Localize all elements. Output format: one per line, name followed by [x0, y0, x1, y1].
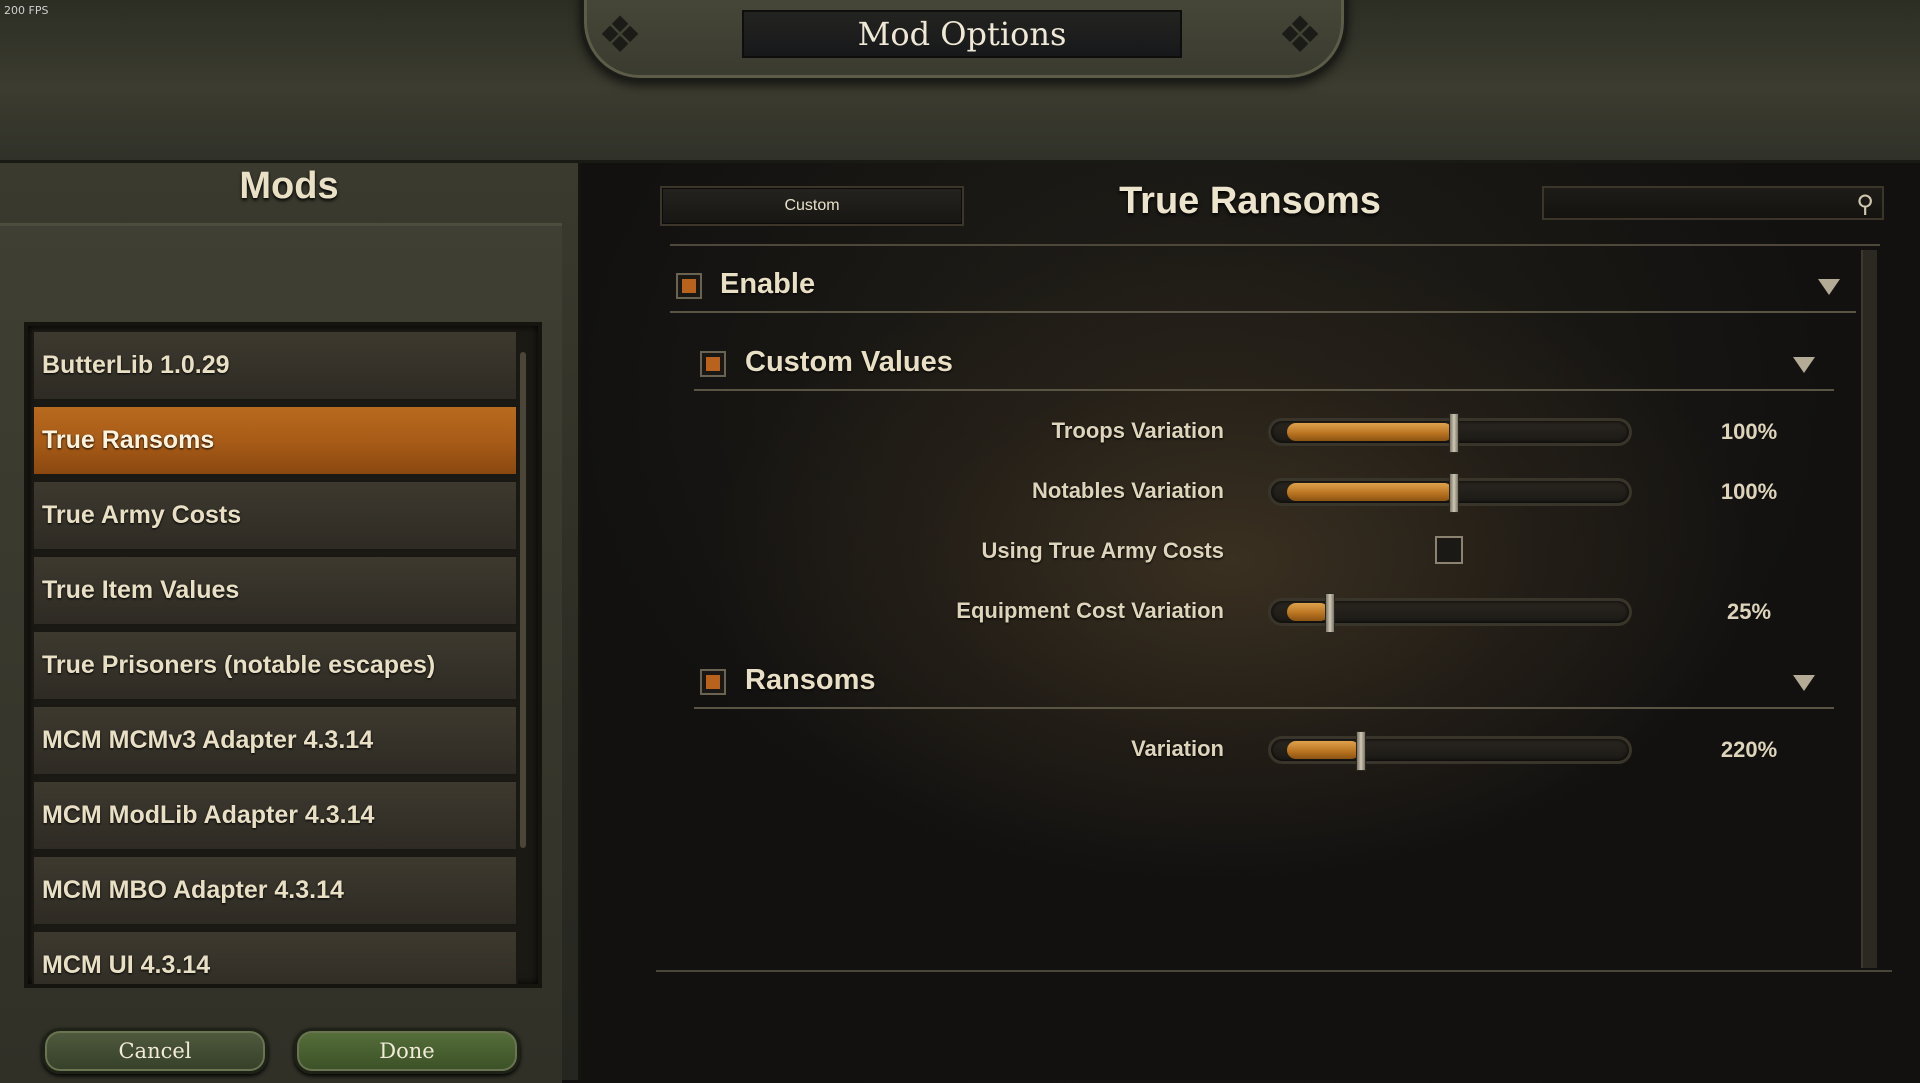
enable-checkbox[interactable]	[676, 273, 702, 299]
custom-values-checkbox[interactable]	[700, 351, 726, 377]
mods-title: Mods	[239, 165, 339, 207]
settings-bottom-divider	[656, 970, 1892, 972]
variation-slider[interactable]	[1268, 731, 1632, 771]
enable-collapse-icon[interactable]	[1818, 279, 1840, 295]
mod-item-mcm-ui[interactable]: MCM UI 4.3.14	[32, 930, 518, 984]
notables-variation-label: Notables Variation	[1032, 478, 1224, 503]
search-icon[interactable]: ⚲	[1856, 190, 1874, 219]
mod-list-scrollbar[interactable]	[520, 352, 526, 848]
equipment-cost-variation-fill	[1287, 603, 1329, 621]
cancel-button[interactable]: Cancel	[42, 1028, 268, 1074]
settings-scrollbar[interactable]	[1861, 250, 1877, 968]
mod-list: ButterLib 1.0.29 True Ransoms True Army …	[24, 322, 542, 988]
celtic-knot-left-icon: ❖	[597, 7, 643, 63]
done-button[interactable]: Done	[294, 1028, 520, 1074]
custom-values-divider	[694, 389, 1834, 391]
mod-item-true-prisoners[interactable]: True Prisoners (notable escapes)	[32, 630, 518, 701]
mod-item-mcm-mbo-adapter[interactable]: MCM MBO Adapter 4.3.14	[32, 855, 518, 926]
fps-counter: 200 FPS	[4, 4, 49, 17]
window-title: Mod Options	[742, 10, 1182, 58]
ransoms-divider	[694, 707, 1834, 709]
using-true-army-costs-checkbox[interactable]	[1435, 536, 1463, 564]
variation-fill	[1287, 741, 1360, 759]
mod-item-true-army-costs[interactable]: True Army Costs	[32, 480, 518, 551]
notables-variation-fill	[1287, 483, 1453, 501]
notables-variation-value: 100%	[1720, 479, 1778, 504]
celtic-knot-right-icon: ❖	[1277, 7, 1323, 63]
header-divider	[670, 244, 1880, 246]
mod-item-mcm-modlib-adapter[interactable]: MCM ModLib Adapter 4.3.14	[32, 780, 518, 851]
ransoms-collapse-icon[interactable]	[1793, 675, 1815, 691]
enable-label: Enable	[720, 268, 816, 300]
variation-label: Variation	[1131, 736, 1224, 761]
custom-values-collapse-icon[interactable]	[1793, 357, 1815, 373]
ransoms-checkbox[interactable]	[700, 669, 726, 695]
variation-value: 220%	[1720, 737, 1778, 762]
mod-settings-title: True Ransoms	[1119, 180, 1381, 222]
custom-values-label: Custom Values	[745, 346, 953, 378]
notables-variation-handle[interactable]	[1449, 473, 1459, 513]
mod-item-true-item-values[interactable]: True Item Values	[32, 555, 518, 626]
equipment-cost-variation-slider[interactable]	[1268, 593, 1632, 633]
ransoms-label: Ransoms	[745, 664, 876, 696]
mod-item-mcm-mcmv3-adapter[interactable]: MCM MCMv3 Adapter 4.3.14	[32, 705, 518, 776]
troops-variation-slider[interactable]	[1268, 413, 1632, 453]
equipment-cost-variation-label: Equipment Cost Variation	[956, 598, 1224, 623]
enable-divider	[670, 311, 1856, 313]
troops-variation-handle[interactable]	[1449, 413, 1459, 453]
search-input[interactable]: ⚲	[1542, 186, 1884, 220]
using-true-army-costs-label: Using True Army Costs	[981, 538, 1224, 563]
troops-variation-fill	[1287, 423, 1453, 441]
troops-variation-label: Troops Variation	[1051, 418, 1224, 443]
mod-item-true-ransoms[interactable]: True Ransoms	[32, 405, 518, 476]
equipment-cost-variation-handle[interactable]	[1325, 593, 1335, 633]
mod-item-butterlib[interactable]: ButterLib 1.0.29	[32, 330, 518, 401]
troops-variation-value: 100%	[1720, 419, 1778, 444]
preset-dropdown[interactable]: Custom	[660, 186, 964, 226]
variation-handle[interactable]	[1356, 731, 1366, 771]
equipment-cost-variation-value: 25%	[1726, 599, 1772, 624]
notables-variation-slider[interactable]	[1268, 473, 1632, 513]
